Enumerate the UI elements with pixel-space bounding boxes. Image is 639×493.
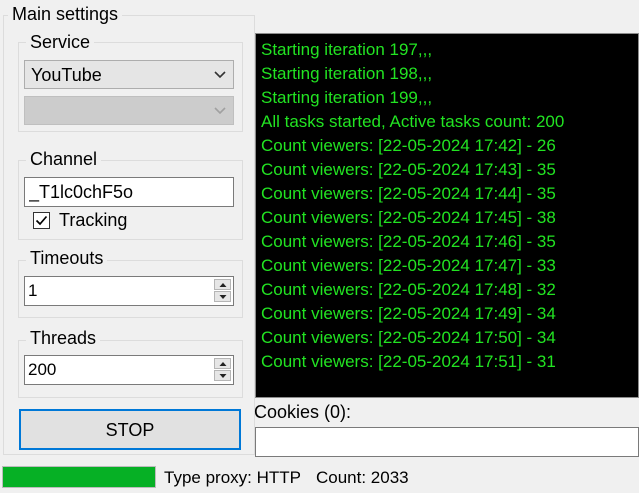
tracking-checkbox[interactable]: Tracking <box>33 210 163 232</box>
console-line: Count viewers: [22-05-2024 17:50] - 34 <box>261 328 556 347</box>
chevron-down-icon <box>214 107 226 115</box>
cookies-input[interactable] <box>255 427 639 457</box>
console-line: Count viewers: [22-05-2024 17:42] - 26 <box>261 136 556 155</box>
threads-value: 200 <box>28 360 57 379</box>
console-line: Count viewers: [22-05-2024 17:47] - 33 <box>261 256 556 275</box>
service-select-value: YouTube <box>31 65 102 85</box>
threads-spinner[interactable]: 200 <box>24 355 234 385</box>
timeouts-spinner[interactable]: 1 <box>24 276 234 306</box>
progress-bar <box>2 466 156 488</box>
console-line: Starting iteration 197,,, <box>261 40 433 59</box>
service-select[interactable]: YouTube <box>24 60 234 89</box>
console-line: Count viewers: [22-05-2024 17:49] - 34 <box>261 304 556 323</box>
console-lines: Starting iteration 197,,, Starting iterat… <box>261 38 638 374</box>
proxy-type-label: Type proxy: HTTP <box>164 468 301 487</box>
timeouts-spin-up[interactable] <box>214 279 231 290</box>
channel-title: Channel <box>26 149 102 169</box>
timeouts-title: Timeouts <box>26 248 108 268</box>
proxy-count-label: Count: 2033 <box>316 468 409 487</box>
console-line: Count viewers: [22-05-2024 17:48] - 32 <box>261 280 556 299</box>
checkmark-icon <box>35 215 48 226</box>
status-bar: Type proxy: HTTP Count: 2033 <box>0 463 639 493</box>
console-line: Count viewers: [22-05-2024 17:46] - 35 <box>261 232 556 251</box>
threads-spin-down[interactable] <box>214 370 231 381</box>
console-line: All tasks started, Active tasks count: 2… <box>261 112 565 131</box>
console-line: Count viewers: [22-05-2024 17:43] - 35 <box>261 160 556 179</box>
spin-up-arrow-icon <box>219 362 227 366</box>
channel-input[interactable] <box>24 177 234 207</box>
console-line: Count viewers: [22-05-2024 17:51] - 31 <box>261 352 556 371</box>
spin-down-arrow-icon <box>219 295 227 299</box>
threads-spin-up[interactable] <box>214 358 231 369</box>
threads-title: Threads <box>26 328 101 348</box>
timeouts-spin-down[interactable] <box>214 291 231 302</box>
timeouts-spin-buttons <box>214 279 231 303</box>
tracking-label: Tracking <box>59 210 128 230</box>
console-log[interactable]: Starting iteration 197,,, Starting iterat… <box>255 33 639 398</box>
main-window: Main settings Service YouTube Channel Tr… <box>0 0 639 493</box>
console-line: Count viewers: [22-05-2024 17:44] - 35 <box>261 184 556 203</box>
stop-button[interactable]: STOP <box>19 409 241 450</box>
threads-spin-buttons <box>214 358 231 382</box>
spin-down-arrow-icon <box>219 374 227 378</box>
progress-bar-fill <box>3 467 155 487</box>
main-settings-title: Main settings <box>8 4 123 24</box>
secondary-service-select[interactable] <box>24 96 234 125</box>
chevron-down-icon <box>214 71 226 79</box>
service-title: Service <box>26 32 95 52</box>
console-line: Starting iteration 198,,, <box>261 64 433 83</box>
spin-up-arrow-icon <box>219 283 227 287</box>
tracking-checkbox-box[interactable] <box>33 212 50 229</box>
console-line: Starting iteration 199,,, <box>261 88 433 107</box>
console-line: Count viewers: [22-05-2024 17:45] - 38 <box>261 208 556 227</box>
timeouts-value: 1 <box>28 281 38 300</box>
cookies-label: Cookies (0): <box>254 402 352 422</box>
